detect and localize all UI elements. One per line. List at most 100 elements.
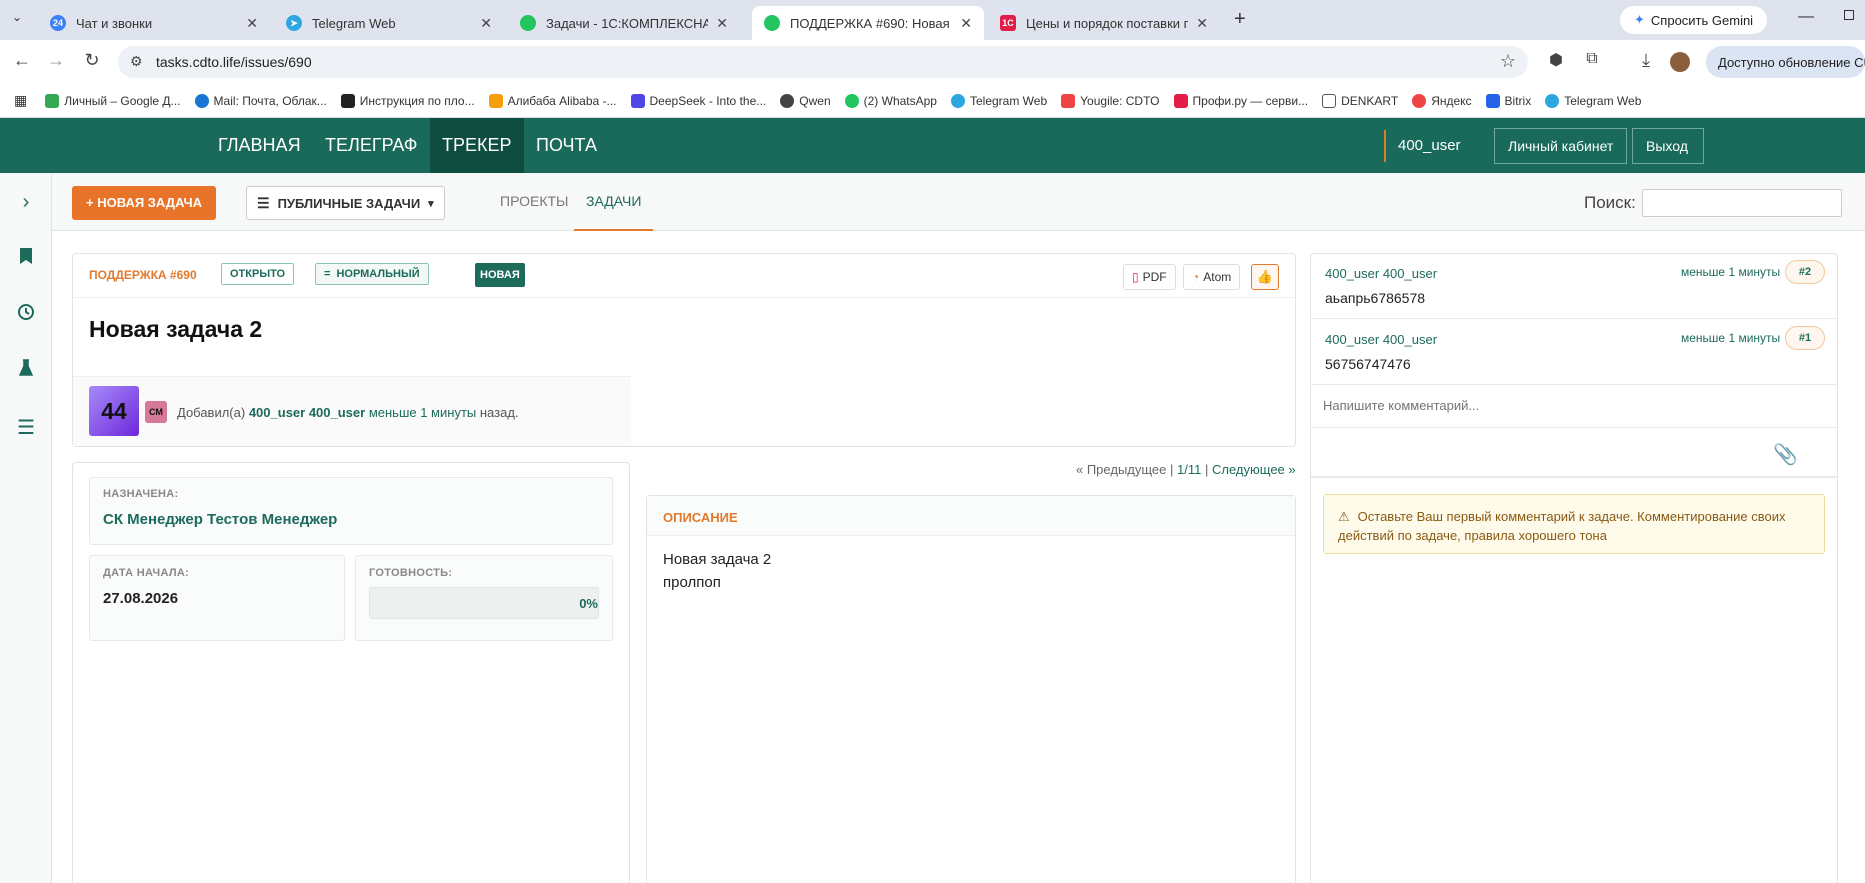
start-date-label: ДАТА НАЧАЛА:	[103, 567, 190, 579]
bookmark-item[interactable]: Telegram Web	[950, 93, 1047, 108]
thumbs-up-icon: 👍	[1256, 269, 1274, 284]
bookmark-item[interactable]: Qwen	[780, 93, 831, 108]
attach-icon[interactable]: 📎	[1773, 442, 1798, 467]
gemini-button[interactable]: ✦ Спросить Gemini	[1620, 6, 1768, 34]
comment-number[interactable]: #1	[1785, 326, 1825, 350]
pdf-button[interactable]: ▯ PDF	[1123, 264, 1176, 290]
tab-favicon-icon	[520, 15, 536, 31]
added-time-link[interactable]: меньше 1 минуты	[369, 405, 476, 420]
bookmark-item[interactable]: (2) WhatsApp	[844, 93, 937, 108]
browser-tab[interactable]: 24 Чат и звонки ✕	[38, 6, 270, 40]
nav-tracker[interactable]: ТРЕКЕР	[430, 118, 524, 173]
start-date-value: 27.08.2026	[103, 590, 179, 607]
issue-pager: « Предыдущее | 1/11 | Следующее »	[1076, 462, 1296, 477]
bookmark-label: Инструкция по пло...	[359, 93, 475, 108]
download-icon[interactable]: ⤓	[1634, 50, 1658, 71]
browser-tab[interactable]: Задачи - 1С:КОМПЛЕКСНАЯ N ✕	[508, 6, 740, 40]
search-input[interactable]	[1642, 189, 1842, 217]
bookmark-label: Личный – Google Д...	[64, 93, 181, 108]
browser-tab-active[interactable]: ПОДДЕРЖКА #690: Новая зада ✕	[752, 6, 984, 40]
next-link[interactable]: Следующее »	[1212, 462, 1296, 477]
bookmark-folder[interactable]: DENKART	[1322, 93, 1398, 108]
comment-time[interactable]: меньше 1 минуты	[1681, 265, 1780, 279]
expand-chevron-icon[interactable]: ›	[16, 191, 36, 213]
user-name[interactable]: 400_user	[1384, 130, 1484, 162]
puzzle-icon[interactable]: ⧉	[1580, 50, 1604, 68]
added-by-text: Добавил(а) 400_user 400_user меньше 1 ми…	[177, 405, 519, 420]
new-task-button[interactable]: + НОВАЯ ЗАДАЧА	[72, 186, 216, 220]
bookmark-item[interactable]: Bitrix	[1485, 93, 1531, 108]
comment-item: 400_user 400_user меньше 1 минуты #2 аьа…	[1311, 254, 1837, 319]
bookmark-label: DeepSeek - Into the...	[649, 93, 767, 108]
bookmark-item[interactable]: Telegram Web	[1545, 93, 1641, 108]
clock-icon[interactable]	[16, 303, 36, 323]
reload-icon[interactable]: ↻	[80, 50, 104, 71]
nav-telegraph[interactable]: ТЕЛЕГРАФ	[313, 118, 429, 173]
nav-mail[interactable]: ПОЧТА	[524, 118, 609, 173]
comment-input[interactable]	[1311, 386, 1837, 428]
comment-time[interactable]: меньше 1 минуты	[1681, 331, 1780, 345]
close-icon[interactable]: ✕	[716, 15, 728, 32]
back-arrow-icon[interactable]: ←	[10, 50, 34, 71]
extension-icon[interactable]: ⬢	[1544, 50, 1568, 70]
nav-main[interactable]: ГЛАВНАЯ	[206, 118, 313, 173]
added-prefix: Добавил(а)	[177, 405, 246, 420]
bookmark-icon[interactable]	[16, 247, 36, 267]
bookmark-star-icon[interactable]: ☆	[1500, 51, 1516, 72]
url-field[interactable]: ⚙ tasks.cdto.life/issues/690 ☆	[118, 46, 1528, 78]
tab-search-chevron-icon[interactable]: ⌄	[12, 10, 22, 24]
details-card: НАЗНАЧЕНА: СК Менеджер Тестов Менеджер Д…	[72, 462, 630, 883]
restore-button[interactable]	[1844, 10, 1854, 20]
forward-arrow-icon[interactable]: →	[44, 50, 68, 71]
gemini-icon: ✦	[1634, 12, 1645, 27]
comment-author[interactable]: 400_user 400_user	[1325, 266, 1437, 281]
warning-icon: ⚠	[1338, 509, 1350, 524]
new-tab-button[interactable]: +	[1234, 8, 1246, 31]
bookmark-item[interactable]: Профи.ру — серви...	[1173, 93, 1309, 108]
update-chrome-button[interactable]: Доступно обновление Chro	[1706, 46, 1865, 78]
bookmark-item[interactable]: Yougile: CDTO	[1061, 93, 1160, 108]
close-icon[interactable]: ✕	[1196, 15, 1208, 32]
tab-projects[interactable]: ПРОЕКТЫ	[490, 173, 578, 231]
bookmark-item[interactable]: DeepSeek - Into the...	[630, 93, 767, 108]
comment-number[interactable]: #2	[1785, 260, 1825, 284]
tab-favicon-icon: 1С	[1000, 15, 1016, 31]
bookmark-item[interactable]: Яндекс	[1412, 93, 1472, 108]
bookmark-favicon-icon	[1061, 93, 1076, 108]
close-icon[interactable]: ✕	[480, 15, 492, 32]
browser-tab[interactable]: 1С Цены и порядок поставки пр ✕	[988, 6, 1220, 40]
public-tasks-dropdown[interactable]: ☰ ПУБЛИЧНЫЕ ЗАДАЧИ ▾	[246, 186, 445, 220]
bookmark-item[interactable]: Mail: Почта, Облак...	[194, 93, 327, 108]
rss-icon: ◔	[1192, 270, 1200, 284]
minimize-button[interactable]: —	[1798, 8, 1814, 26]
progress-value: 0%	[579, 596, 598, 611]
pager-position[interactable]: 1/11	[1177, 462, 1201, 477]
close-icon[interactable]: ✕	[246, 15, 258, 32]
bookmark-label: Yougile: CDTO	[1080, 93, 1160, 108]
bookmark-label: Профи.ру — серви...	[1192, 93, 1309, 108]
close-icon[interactable]: ✕	[960, 15, 972, 32]
flask-icon[interactable]	[16, 359, 36, 379]
atom-button[interactable]: ◔ Atom	[1183, 264, 1241, 290]
profile-avatar[interactable]	[1670, 52, 1690, 72]
comment-author[interactable]: 400_user 400_user	[1325, 332, 1437, 347]
like-button[interactable]: 👍	[1251, 264, 1279, 290]
added-user-link[interactable]: 400_user 400_user	[249, 405, 365, 420]
bookmark-item[interactable]: Алибаба Alibaba -...	[488, 93, 617, 108]
bookmark-item[interactable]: Инструкция по пло...	[340, 93, 475, 108]
gemini-label: Спросить Gemini	[1650, 12, 1754, 28]
cabinet-button[interactable]: Личный кабинет	[1494, 128, 1628, 164]
bookmark-favicon-icon	[194, 93, 209, 108]
apps-grid-icon[interactable]: ▦	[14, 92, 27, 109]
site-info-icon[interactable]: ⚙	[130, 53, 143, 70]
bookmark-favicon-icon	[1485, 93, 1500, 108]
prev-link[interactable]: « Предыдущее	[1076, 462, 1166, 477]
menu-icon[interactable]: ☰	[16, 415, 36, 439]
tab-tasks[interactable]: ЗАДАЧИ	[574, 173, 654, 231]
bookmark-favicon-icon	[1412, 93, 1427, 108]
bookmark-item[interactable]: Личный – Google Д...	[45, 93, 181, 108]
logout-button[interactable]: Выход	[1632, 128, 1704, 164]
assigned-value[interactable]: СК Менеджер Тестов Менеджер	[103, 511, 337, 528]
browser-tab[interactable]: ➤ Telegram Web ✕	[274, 6, 504, 40]
equals-icon: =	[324, 268, 331, 280]
